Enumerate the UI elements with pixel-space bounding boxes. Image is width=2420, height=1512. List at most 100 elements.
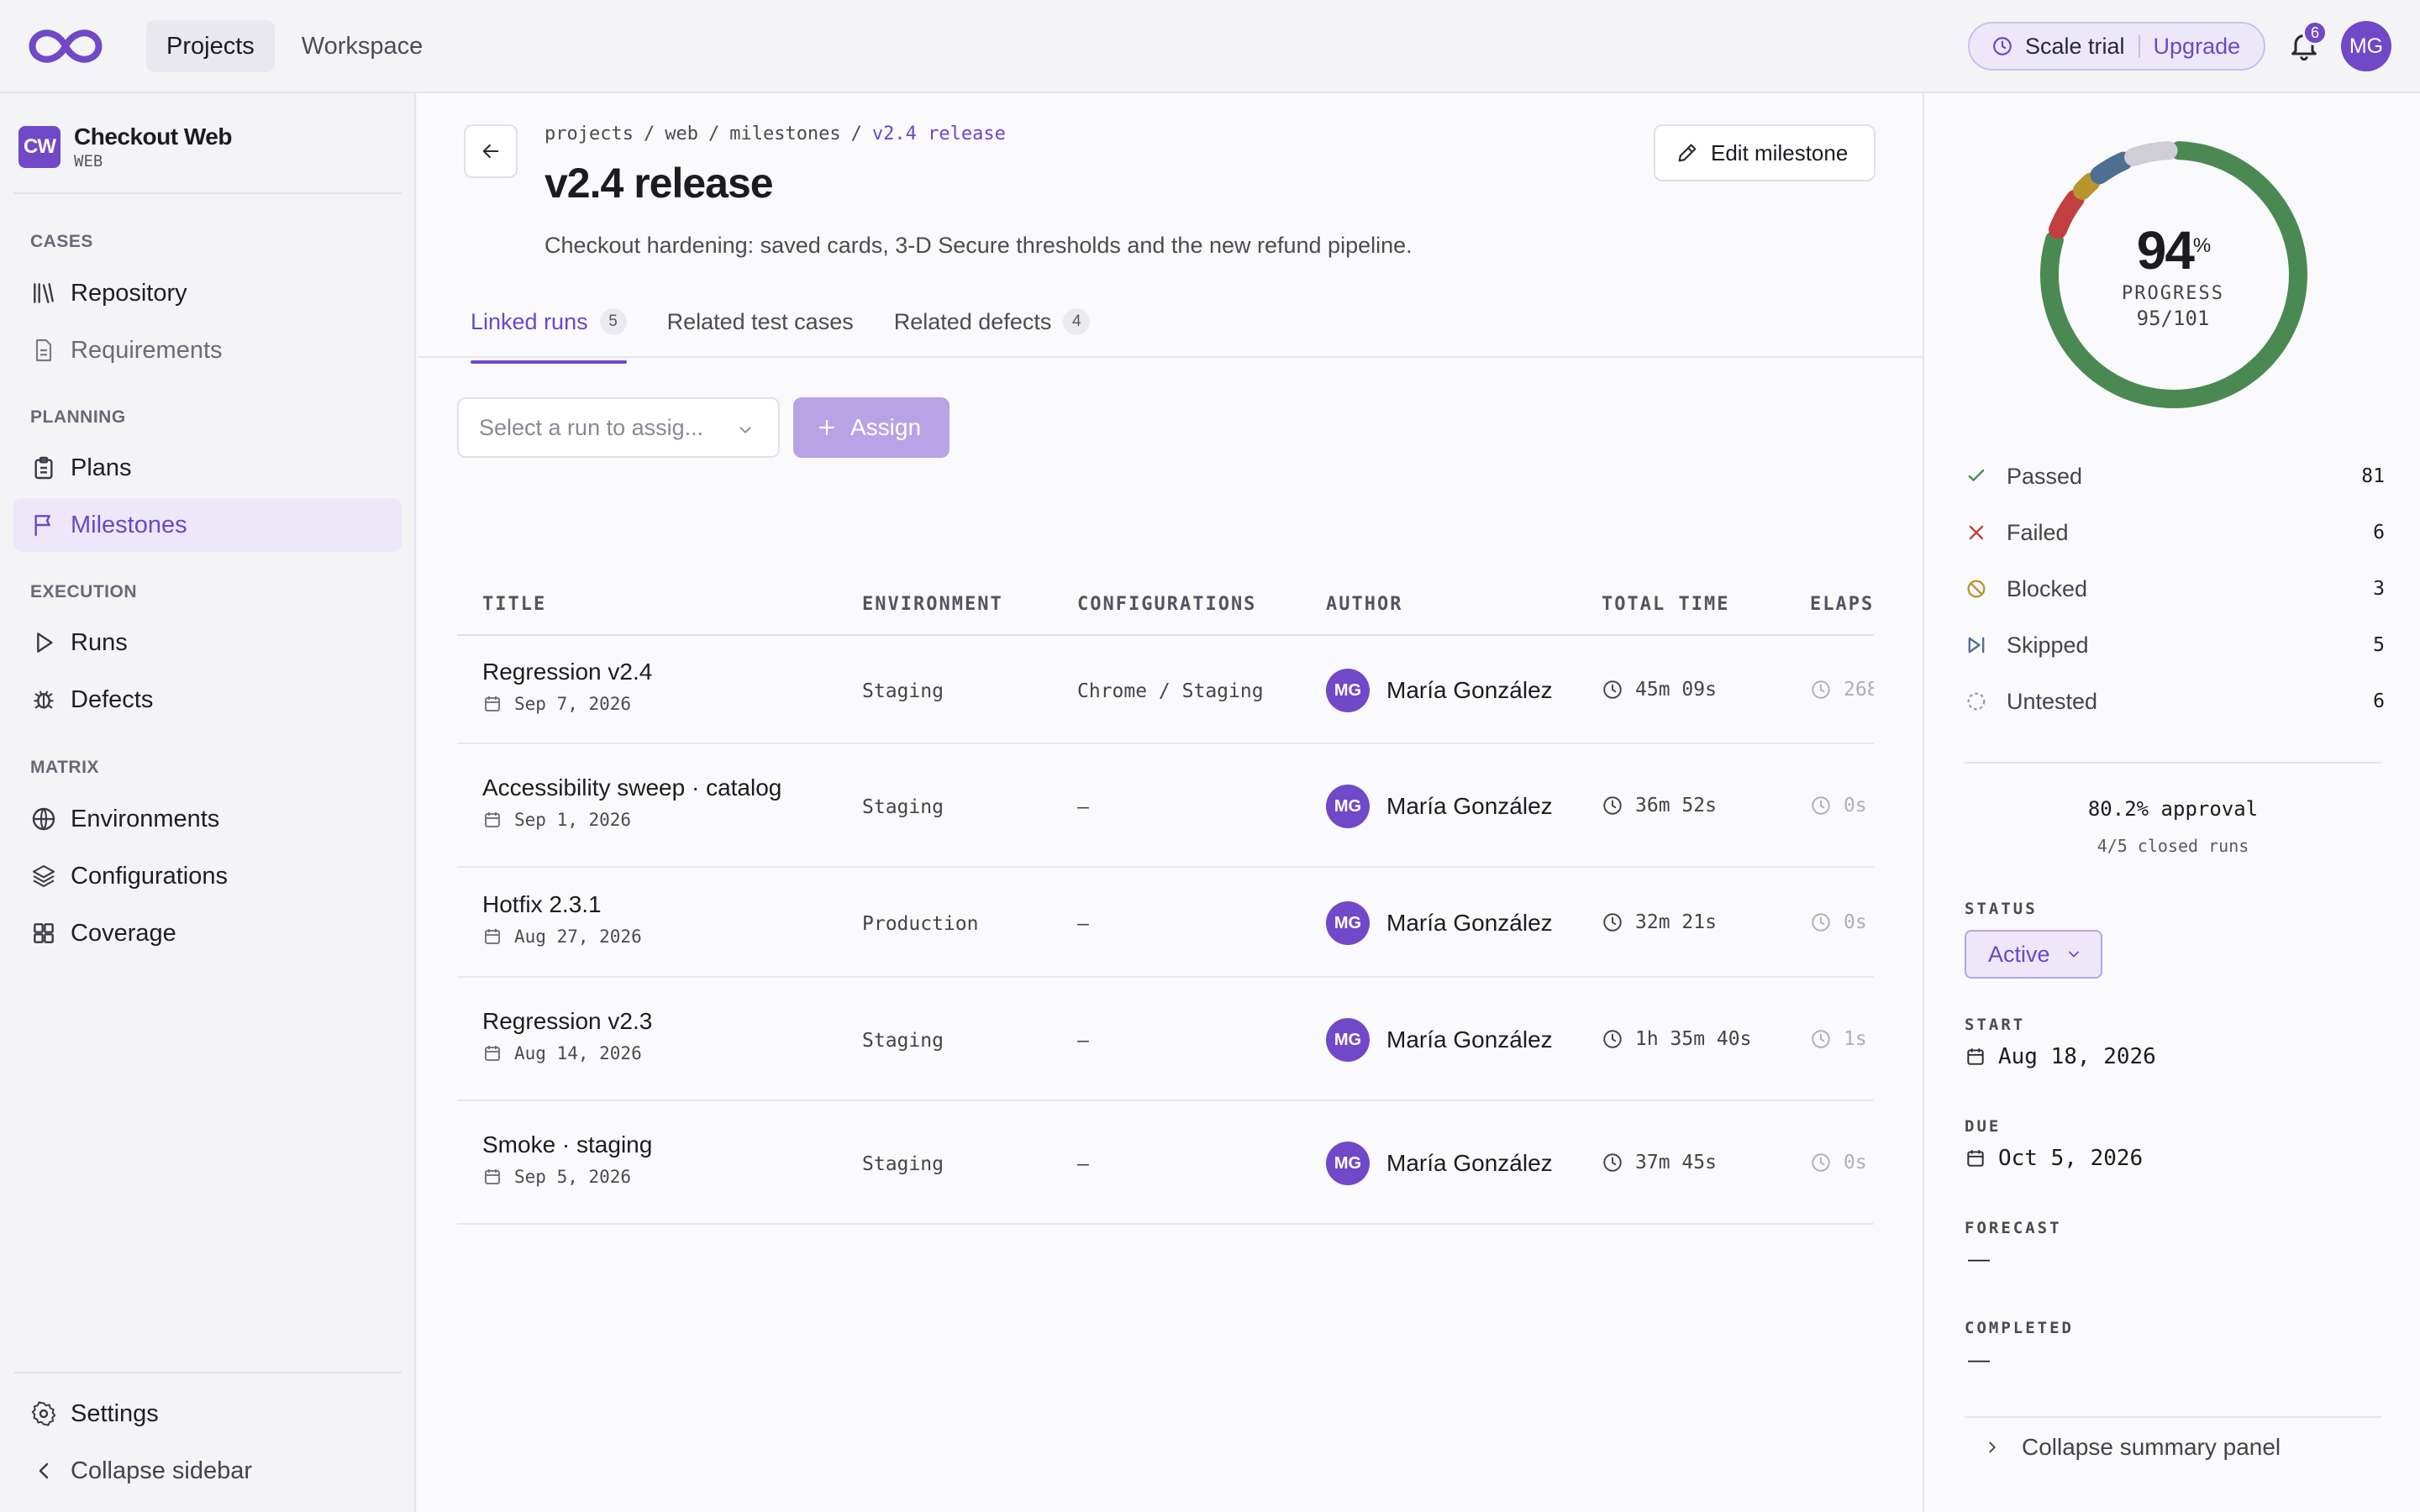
ban-icon [1967,580,1986,598]
table-row[interactable]: Accessibility sweep · catalog Sep 1, 2026… [457,744,1874,868]
progress-percent-value: 94 [2136,220,2195,281]
sidebar-item-milestones[interactable]: Milestones [13,498,402,552]
collapse-summary-label: Collapse summary panel [2022,1434,2281,1460]
infinity-logo-icon[interactable] [25,24,106,69]
tab-related-defects[interactable]: Related defects 4 [894,300,1091,344]
sidebar-item-defects[interactable]: Defects [13,673,402,727]
column-header-author[interactable]: AUTHOR [1326,594,1402,615]
author-avatar: MG [1326,901,1370,945]
sidebar-item-label: Collapse sidebar [71,1457,253,1484]
progress-label: PROGRESS [2122,283,2224,304]
project-badge: CW [18,126,60,168]
legend-passed: Passed 81 [1965,459,2385,493]
start-date: Aug 18, 2026 [1965,1044,2156,1069]
run-title[interactable]: Regression v2.3 [482,1008,652,1035]
legend-skipped: Skipped 5 [1965,628,2385,662]
column-header-configurations[interactable]: CONFIGURATIONS [1077,594,1256,615]
top-nav-projects[interactable]: Projects [146,20,275,72]
run-date-value: Sep 5, 2026 [514,1167,632,1187]
progress-percent-unit: % [2192,234,2211,257]
legend-label: Skipped [2007,632,2089,658]
elapsed-value: 0s [1844,911,1867,933]
assign-button[interactable]: Assign [793,397,950,458]
summary-panel: 94% PROGRESS 95/101 Passed 81 Failed 6 B… [1923,93,2420,1512]
project-switcher[interactable]: CW Checkout Web WEB [18,123,232,171]
sidebar-item-coverage[interactable]: Coverage [13,906,402,960]
run-title-cell: Regression v2.4 Sep 7, 2026 [482,659,652,714]
breadcrumb-web[interactable]: web [665,123,698,144]
sidebar-item-configurations[interactable]: Configurations [13,849,402,903]
section-label-matrix: MATRIX [30,758,99,777]
section-label-cases: CASES [30,232,93,251]
run-title[interactable]: Hotfix 2.3.1 [482,891,642,918]
legend-count: 6 [2373,690,2385,712]
tabs: Linked runs 5 Related test cases Related… [471,300,1130,364]
author-avatar: MG [1326,1142,1370,1185]
tab-linked-runs[interactable]: Linked runs 5 [471,300,627,364]
sidebar-item-label: Defects [71,685,154,713]
due-date-value: Oct 5, 2026 [1998,1146,2144,1171]
legend-count: 81 [2361,465,2385,487]
table-row[interactable]: Hotfix 2.3.1 Aug 27, 2026 Production — MG Mar… [457,868,1874,978]
donut-segment-blocked [2073,172,2101,200]
sidebar-item-environments[interactable]: Environments [13,792,402,846]
status-dropdown[interactable]: Active [1965,930,2102,979]
run-configurations: Chrome / Staging [1077,680,1264,702]
clock-icon [1603,680,1622,699]
legend-label: Failed [2007,519,2069,545]
column-header-title[interactable]: TITLE [482,594,546,615]
sidebar-item-repository[interactable]: Repository [13,266,402,320]
summary-divider [1965,1416,2381,1418]
run-select-placeholder: Select a run to assig... [479,414,704,440]
table-row[interactable]: Regression v2.3 Aug 14, 2026 Staging — MG Mar… [457,978,1874,1101]
run-elapsed: 1s [1810,1028,1867,1050]
user-avatar[interactable]: MG [2341,21,2391,71]
top-bar: Projects Workspace Scale trial Upgrade 6… [0,0,2420,93]
run-environment: Staging [862,1030,944,1052]
sidebar-item-plans[interactable]: Plans [13,441,402,495]
column-header-total-time[interactable]: TOTAL TIME [1602,594,1729,615]
collapse-sidebar-button[interactable]: Collapse sidebar [13,1444,402,1498]
top-nav-workspace[interactable]: Workspace [281,20,444,72]
back-button[interactable] [464,124,518,178]
legend-untested: Untested 6 [1965,685,2385,718]
run-title[interactable]: Smoke · staging [482,1131,652,1158]
clock-icon [1812,913,1830,932]
run-total-time: 32m 21s [1602,911,1717,933]
run-title[interactable]: Accessibility sweep · catalog [482,774,781,801]
chevron-down-icon [2068,951,2079,958]
sidebar-item-label: Settings [71,1399,159,1427]
trial-pill[interactable]: Scale trial Upgrade [1968,22,2265,71]
upgrade-link[interactable]: Upgrade [2154,34,2241,60]
run-select[interactable]: Select a run to assig... [457,397,780,458]
legend-count: 3 [2373,578,2385,600]
document-icon [35,339,52,362]
breadcrumb-current: v2.4 release [871,123,1006,144]
trial-divider [2138,34,2140,58]
breadcrumb-milestones[interactable]: milestones [729,123,840,144]
sidebar-item-runs[interactable]: Runs [13,616,402,669]
clipboard-icon [34,456,53,480]
collapse-summary-button[interactable]: Collapse summary panel [1983,1434,2281,1461]
donut-segment-skipped [2090,151,2133,185]
sidebar-item-label: Requirements [71,336,223,364]
tab-related-test-cases[interactable]: Related test cases [667,300,854,344]
column-header-elapsed[interactable]: ELAPSED [1810,594,1874,615]
author-avatar: MG [1326,1018,1370,1062]
run-total-time: 1h 35m 40s [1602,1028,1751,1050]
table-row[interactable]: Smoke · staging Sep 5, 2026 Staging — MG Marí… [457,1101,1874,1225]
elapsed-value: 0s [1844,795,1867,816]
project-name: Checkout Web [74,123,232,150]
run-date-value: Sep 7, 2026 [514,694,632,714]
table-row[interactable]: Regression v2.4 Sep 7, 2026 Staging Chrome … [457,636,1874,744]
breadcrumb-projects[interactable]: projects [544,123,634,144]
run-title[interactable]: Regression v2.4 [482,659,652,685]
sidebar-item-requirements[interactable]: Requirements [13,323,402,377]
calendar-icon [485,812,500,827]
column-header-environment[interactable]: ENVIRONMENT [862,594,1003,615]
pencil-icon [1678,144,1697,162]
edit-milestone-button[interactable]: Edit milestone [1654,124,1876,181]
legend-label: Blocked [2007,575,2088,601]
sidebar-item-settings[interactable]: Settings [13,1387,402,1441]
clock-icon [1603,1030,1622,1048]
